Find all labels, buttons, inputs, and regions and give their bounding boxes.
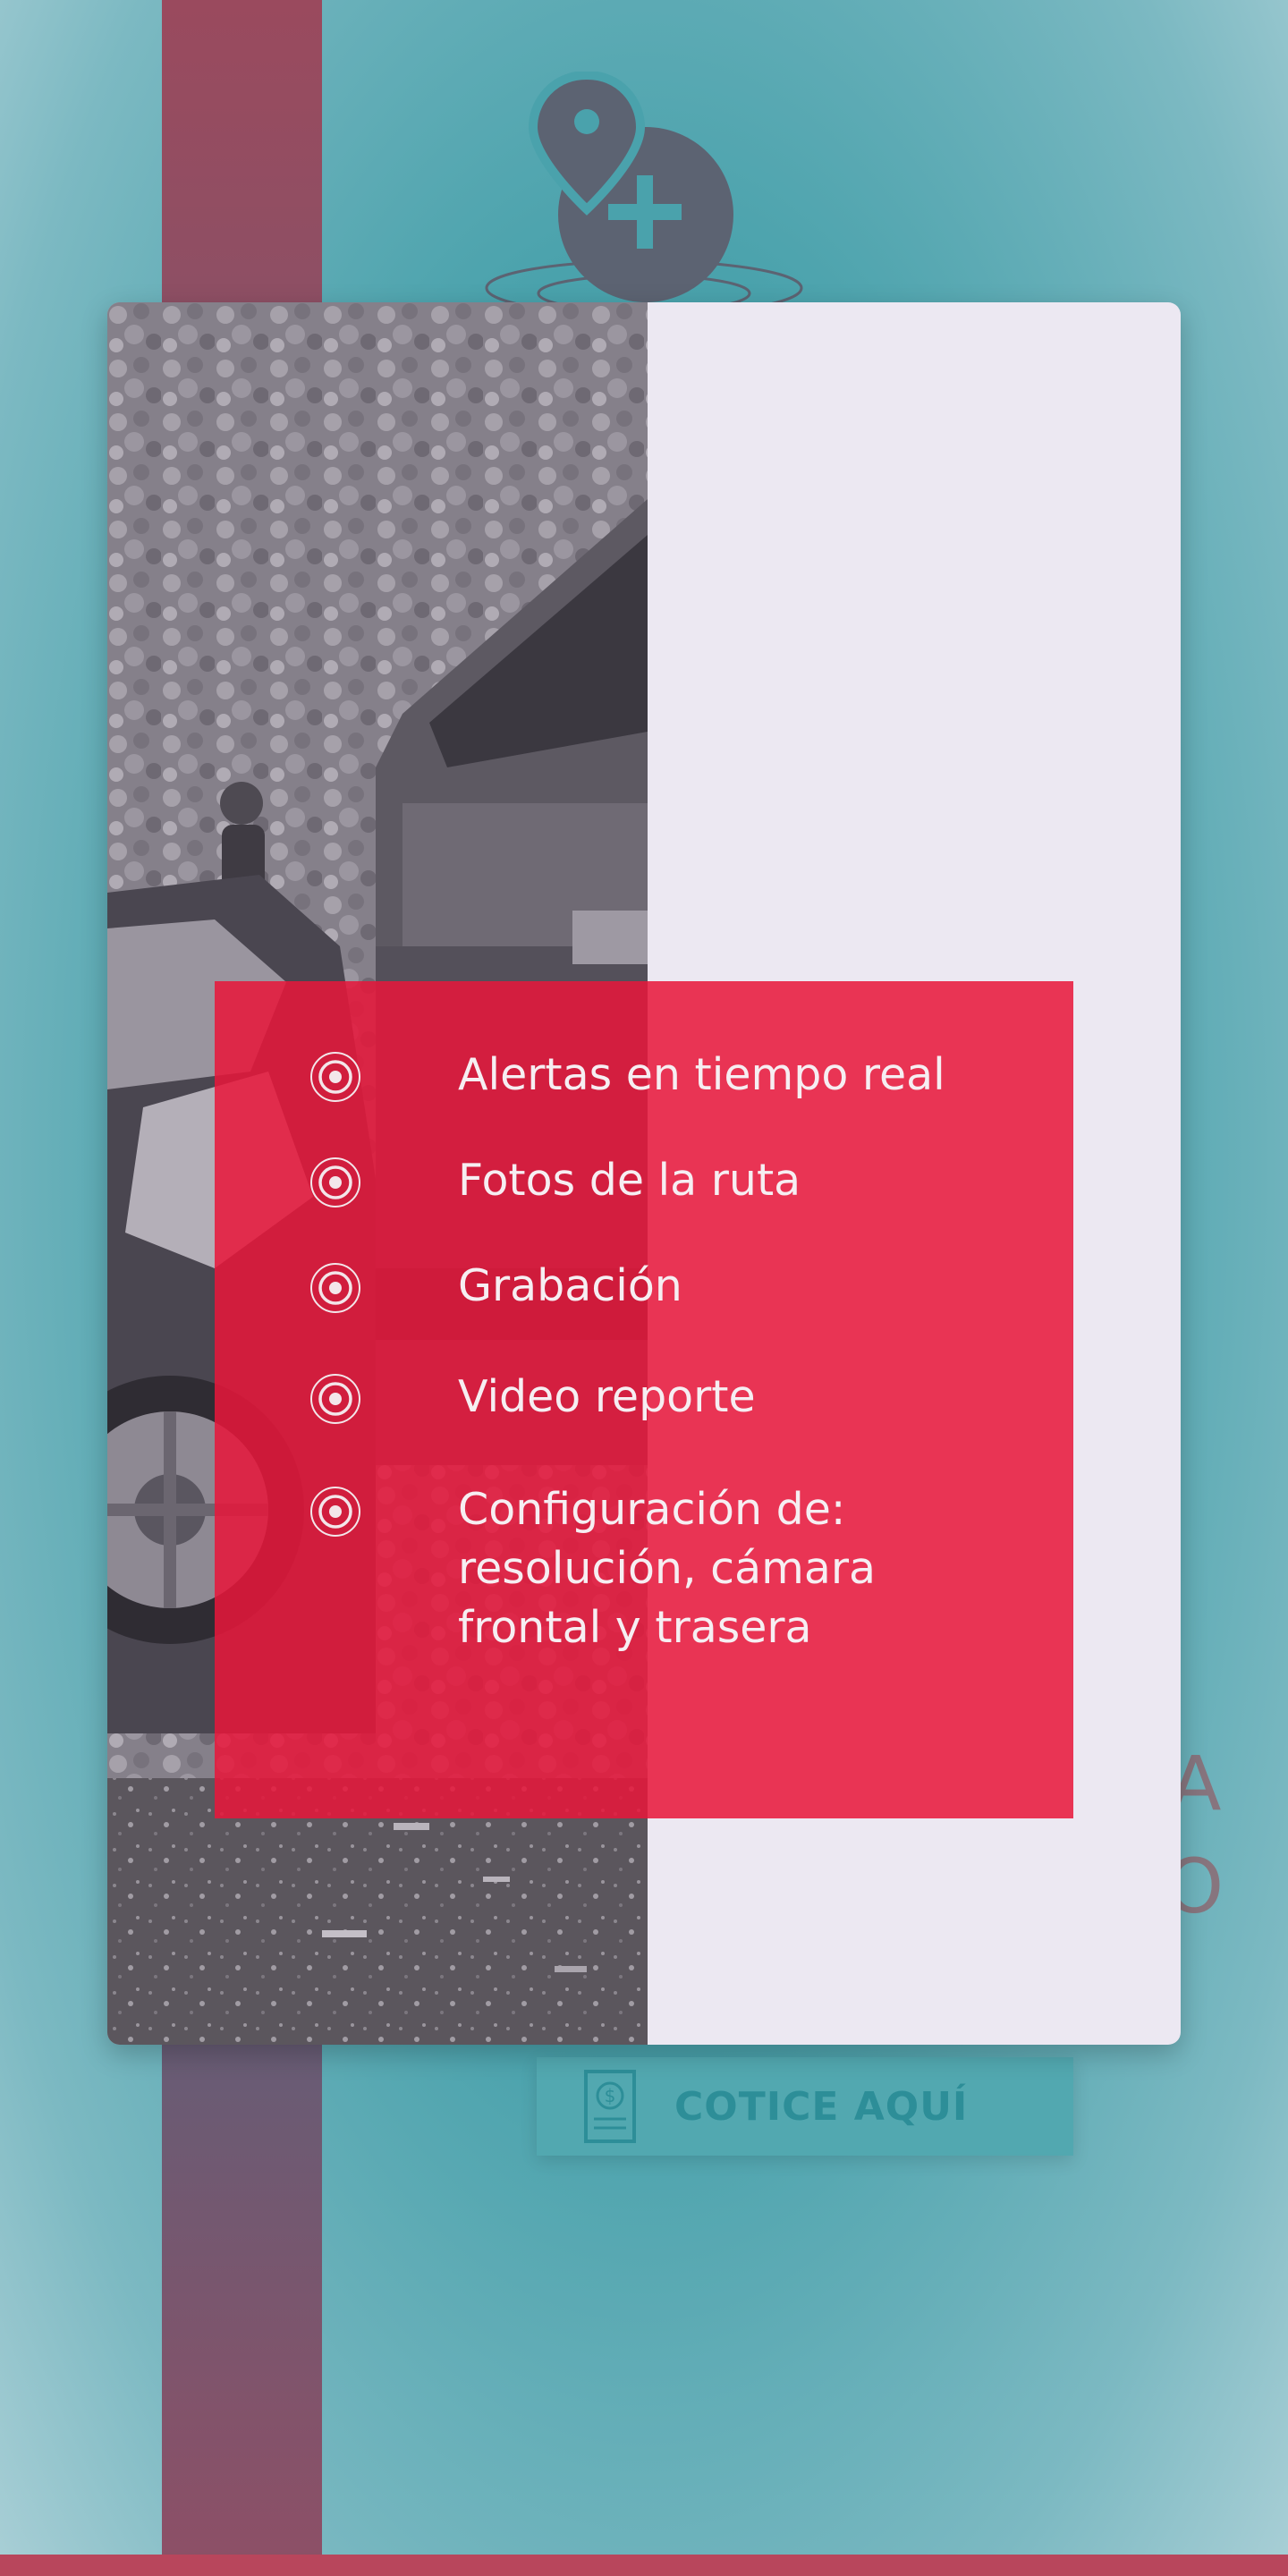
quote-document-icon: $ bbox=[583, 2069, 637, 2144]
features-panel: Alertas en tiempo real Fotos de la ruta … bbox=[215, 981, 1073, 1818]
cotice-aqui-button[interactable]: $ COTICE AQUÍ bbox=[537, 2057, 1073, 2156]
features-modal: Alertas en tiempo real Fotos de la ruta … bbox=[107, 302, 1181, 2045]
cotice-aqui-label: COTICE AQUÍ bbox=[674, 2083, 969, 2130]
svg-text:$: $ bbox=[605, 2085, 616, 2106]
bottom-accent-bar bbox=[0, 2555, 1288, 2576]
feature-label: Configuración de: resolución, cámara fro… bbox=[458, 1484, 877, 1653]
radio-target-icon bbox=[309, 1157, 361, 1208]
feature-label: Alertas en tiempo real bbox=[458, 1049, 945, 1100]
radio-target-icon bbox=[309, 1486, 361, 1538]
features-list: Alertas en tiempo real Fotos de la ruta … bbox=[215, 981, 1073, 1818]
radio-target-icon bbox=[309, 1262, 361, 1314]
feature-label: Video reporte bbox=[458, 1371, 756, 1422]
map-pin-plus-icon bbox=[483, 72, 805, 322]
feature-label: Grabación bbox=[458, 1260, 682, 1311]
feature-label: Fotos de la ruta bbox=[458, 1155, 801, 1206]
radio-target-icon bbox=[309, 1051, 361, 1103]
radio-target-icon bbox=[309, 1373, 361, 1425]
